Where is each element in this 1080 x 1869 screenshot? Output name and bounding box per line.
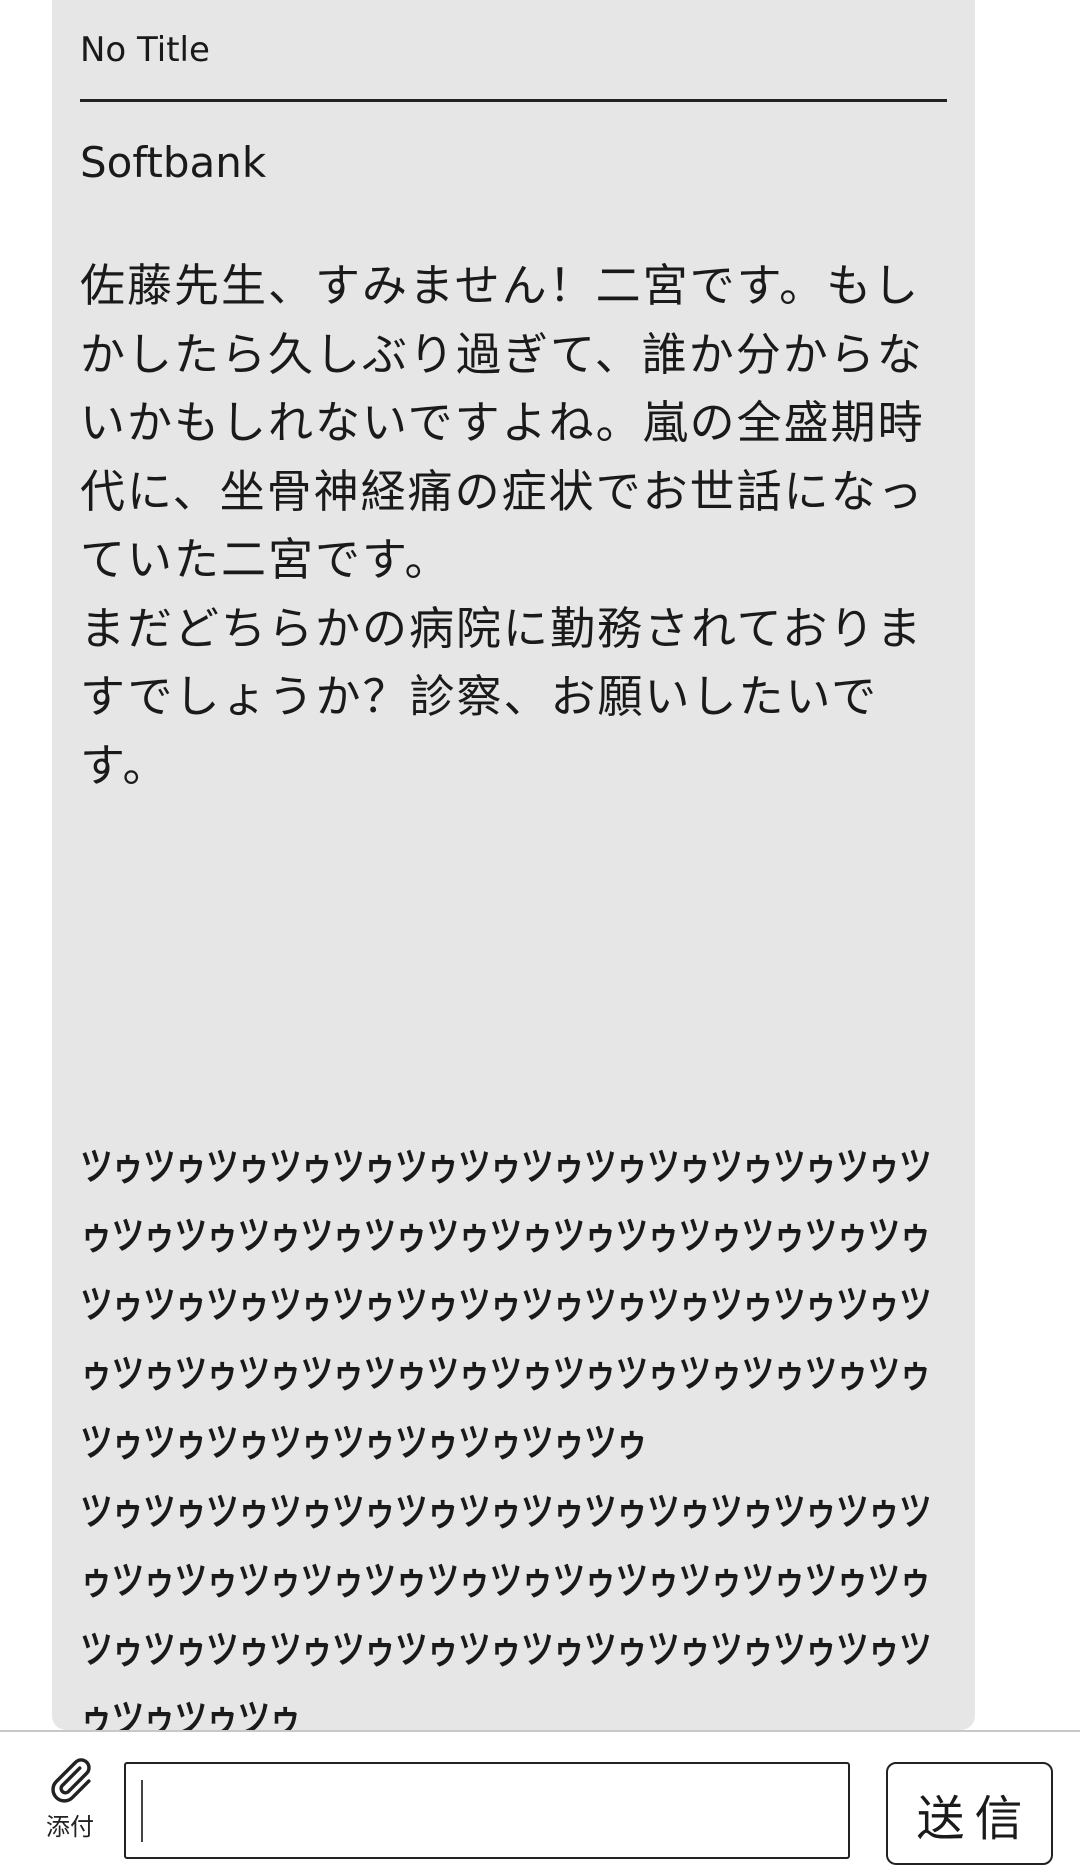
message-sender: Softbank <box>80 138 267 187</box>
title-divider <box>80 99 947 102</box>
message-body: 佐藤先生、すみません！二宮です。もしかしたら久しぶり過ぎて、誰か分からないかもし… <box>80 259 925 792</box>
message-input[interactable] <box>124 1762 850 1859</box>
send-button[interactable]: 送信 <box>886 1762 1053 1865</box>
composer-bar: 添付 送信 <box>0 1730 1080 1869</box>
paperclip-icon <box>51 1758 91 1803</box>
text-caret <box>141 1780 143 1842</box>
attach-button[interactable]: 添付 <box>30 1754 110 1854</box>
attach-label: 添付 <box>46 1813 94 1841</box>
message-title: No Title <box>80 30 210 70</box>
message-card: No Title Softbank 佐藤先生、すみません！二宮です。もしかしたら… <box>52 0 975 1730</box>
message-repeated-text: ツゥツゥツゥツゥツゥツゥツゥツゥツゥツゥツゥツゥツゥツゥツゥツゥツゥツゥツゥツゥ… <box>80 1145 932 1730</box>
